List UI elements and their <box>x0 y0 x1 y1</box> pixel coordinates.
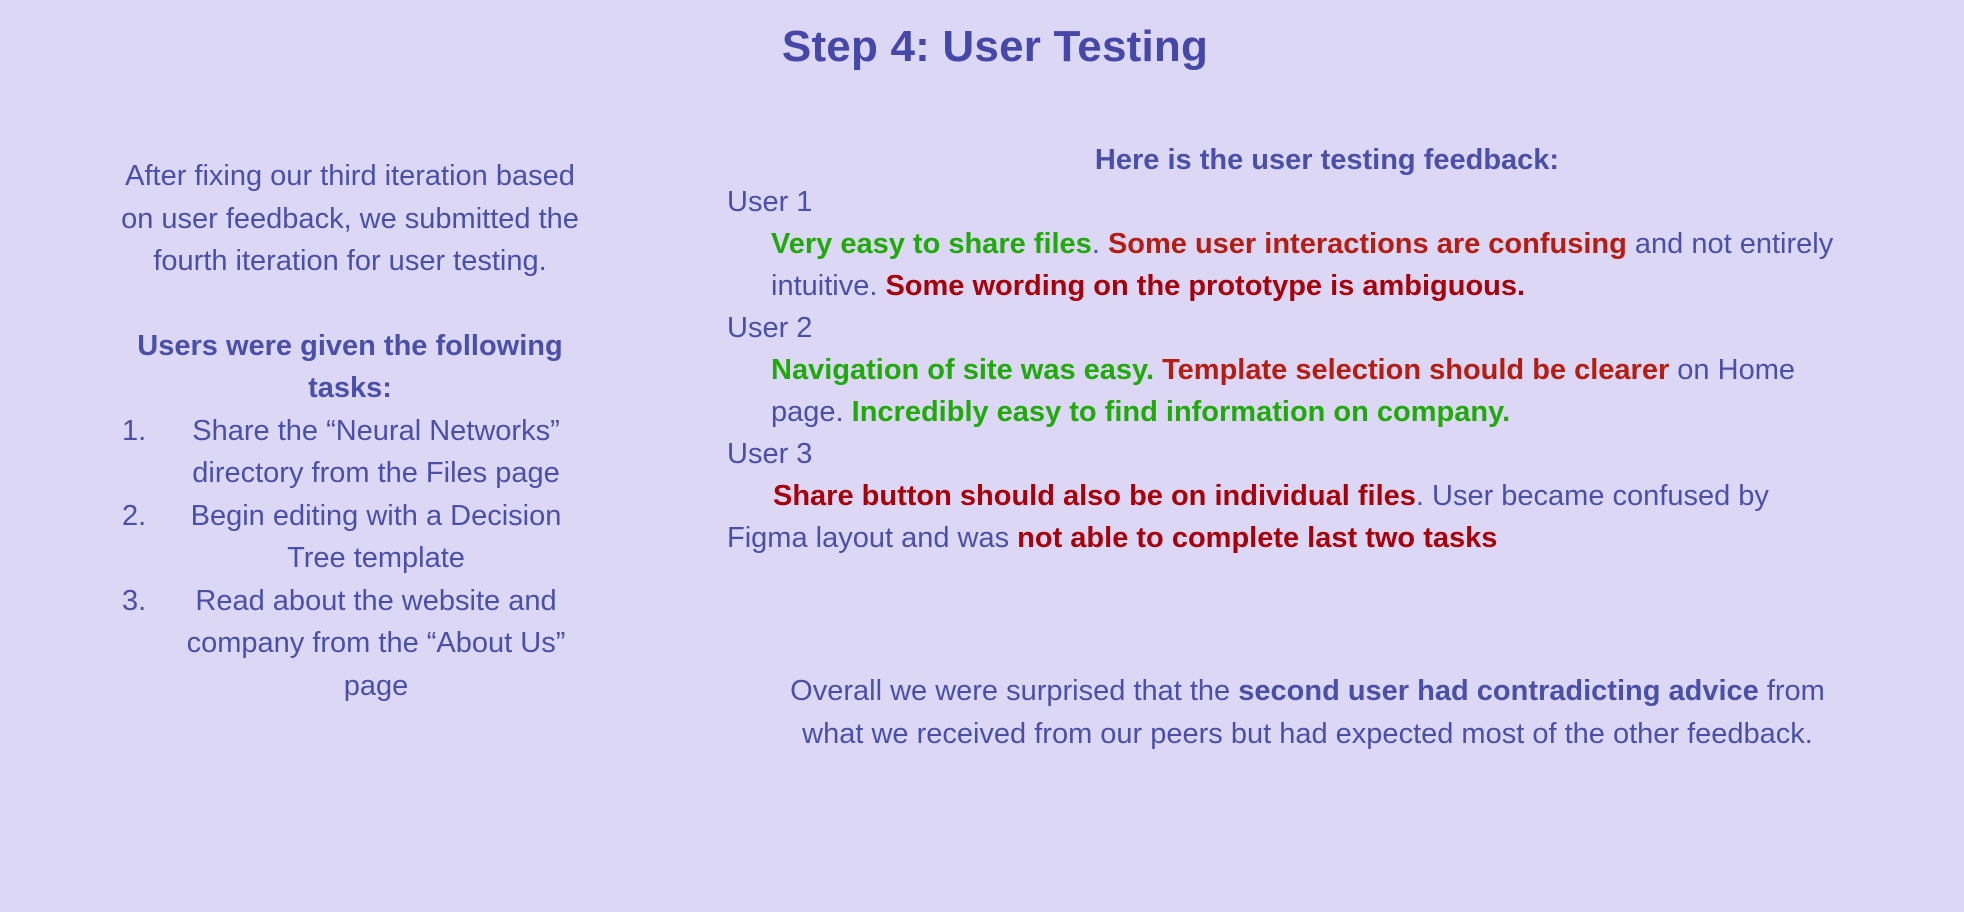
user-3-label: User 3 <box>727 438 813 470</box>
feedback-column: Here is the user testing feedback: User … <box>727 139 1857 559</box>
positive-feedback: Very easy to share files <box>771 228 1092 260</box>
page-title: Step 4: User Testing <box>781 22 1209 71</box>
summary-paragraph: Overall we were surprised that the secon… <box>770 670 1845 755</box>
task-item: 3. Read about the website and company fr… <box>110 580 590 708</box>
task-item: 2. Begin editing with a Decision Tree te… <box>110 495 590 580</box>
feedback-heading: Here is the user testing feedback: <box>1094 144 1560 176</box>
task-number: 3. <box>122 584 147 617</box>
task-text: Begin editing with a Decision Tree templ… <box>190 499 562 575</box>
user-3-feedback: Share button should also be on individua… <box>727 475 1857 559</box>
summary-emphasis: second user had contradicting advice <box>1238 675 1759 707</box>
user-1-label: User 1 <box>727 186 813 218</box>
positive-feedback: Incredibly easy to find information on c… <box>851 396 1511 428</box>
task-list: 1. Share the “Neural Networks” directory… <box>110 410 590 708</box>
task-item: 1. Share the “Neural Networks” directory… <box>110 410 590 495</box>
user-2-label: User 2 <box>727 312 813 344</box>
feedback-text <box>1154 354 1162 386</box>
task-number: 1. <box>122 414 147 447</box>
intro-paragraph: After fixing our third iteration based o… <box>121 160 579 277</box>
positive-feedback: Navigation of site was easy. <box>771 354 1155 386</box>
negative-feedback: Share button should also be on individua… <box>773 480 1416 512</box>
user-2-feedback: Navigation of site was easy. Template se… <box>727 349 1857 433</box>
task-text: Share the “Neural Networks” directory fr… <box>192 414 560 490</box>
task-text: Read about the website and company from … <box>186 584 566 702</box>
task-number: 2. <box>122 499 147 532</box>
negative-feedback: not able to complete last two tasks <box>1017 522 1498 554</box>
negative-feedback: Some user interactions are confusing <box>1107 228 1627 260</box>
left-column: After fixing our third iteration based o… <box>110 155 590 707</box>
feedback-text: . <box>1091 228 1108 260</box>
negative-feedback: Template selection should be clearer <box>1162 354 1670 386</box>
user-1-feedback: Very easy to share files. Some user inte… <box>727 223 1857 307</box>
tasks-heading: Users were given the following tasks: <box>137 329 563 405</box>
negative-feedback: Some wording on the prototype is ambiguo… <box>885 270 1526 302</box>
summary-text: Overall we were surprised that the <box>790 675 1239 707</box>
